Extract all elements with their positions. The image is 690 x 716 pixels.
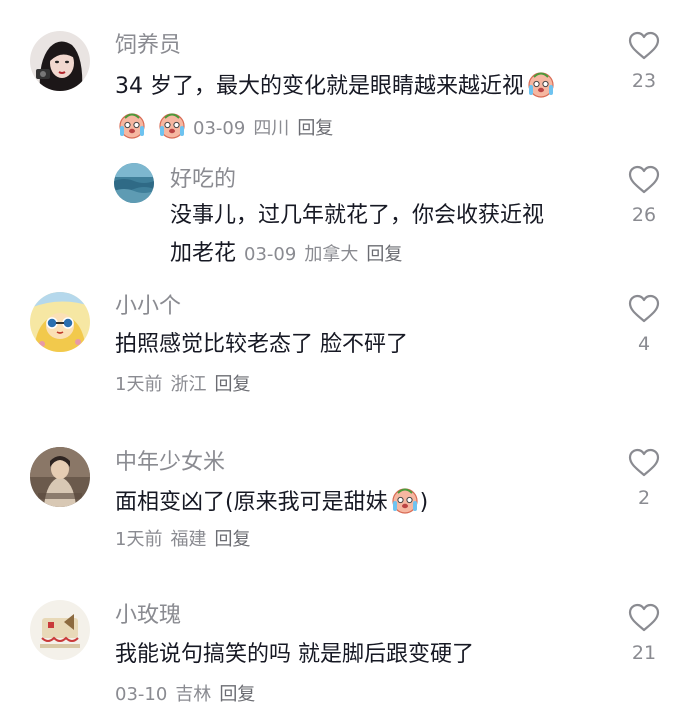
like-count: 23 [631, 70, 657, 92]
like-button[interactable]: 21 [614, 603, 674, 665]
username[interactable]: 好吃的 [170, 166, 236, 194]
comment-text-end: ) [419, 490, 429, 515]
comment-date: 1天前 [115, 374, 163, 395]
crying-face-icon [526, 69, 556, 99]
like-count: 26 [631, 204, 657, 226]
username[interactable]: 小玫瑰 [115, 602, 181, 630]
comment-meta: 加老花 03-09 加拿大 回复 [170, 241, 410, 268]
avatar[interactable] [114, 163, 154, 203]
avatar[interactable] [30, 31, 90, 91]
comment-text-line: 34 岁了，最大的变化就是眼睛越来越近视 [115, 74, 524, 99]
heart-icon [628, 165, 660, 194]
comment-date: 03-10 [115, 684, 168, 705]
comment-text: 34 岁了，最大的变化就是眼睛越来越近视 [115, 69, 556, 102]
crying-face-icon [390, 485, 420, 515]
comment-text-line: 面相变凶了(原来我可是甜妹 [115, 490, 388, 515]
comment-text: 面相变凶了(原来我可是甜妹) [115, 485, 428, 518]
comment-location: 四川 [253, 118, 290, 139]
heart-icon [628, 31, 660, 60]
comment-meta: 1天前 浙江 回复 [115, 372, 258, 398]
like-button[interactable]: 23 [614, 31, 674, 93]
like-button[interactable]: 2 [614, 448, 674, 510]
comment-text-line: 加老花 [170, 241, 237, 266]
username[interactable]: 饲养员 [115, 32, 181, 60]
comment-location: 吉林 [175, 684, 212, 705]
username[interactable]: 小小个 [115, 293, 181, 321]
crying-face-icon [157, 110, 187, 140]
crying-face-icon [117, 110, 147, 140]
avatar[interactable] [30, 447, 90, 507]
username[interactable]: 中年少女米 [115, 449, 225, 477]
comment-date: 03-09 [193, 118, 246, 139]
avatar[interactable] [30, 292, 90, 352]
heart-icon [628, 294, 660, 323]
comment-location: 加拿大 [304, 244, 359, 265]
reply-button[interactable]: 回复 [366, 244, 402, 265]
comment-location: 浙江 [170, 374, 207, 395]
avatar[interactable] [30, 600, 90, 660]
comment-text-line: 我能说句搞笑的吗 就是脚后跟变硬了 [115, 642, 474, 667]
like-button[interactable]: 26 [614, 165, 674, 227]
reply-button[interactable]: 回复 [219, 684, 255, 705]
comment-location: 福建 [170, 529, 207, 550]
like-count: 4 [637, 333, 651, 355]
comment-meta: 03-10 吉林 回复 [115, 682, 263, 708]
reply-button[interactable]: 回复 [214, 529, 250, 550]
comment-text-line: 拍照感觉比较老态了 脸不砰了 [115, 332, 408, 357]
reply-button[interactable]: 回复 [214, 374, 250, 395]
comment-date: 03-09 [244, 244, 297, 265]
heart-icon [628, 448, 660, 477]
reply-button[interactable]: 回复 [297, 118, 333, 139]
like-count: 2 [637, 487, 651, 509]
comment-date: 1天前 [115, 529, 163, 550]
comment-meta: 03-09 四川 回复 [115, 110, 341, 142]
like-button[interactable]: 4 [614, 294, 674, 356]
comment-meta: 1天前 福建 回复 [115, 527, 258, 553]
heart-icon [628, 603, 660, 632]
comment-text-line: 没事儿，过几年就花了，你会收获近视 [170, 203, 545, 228]
like-count: 21 [631, 642, 657, 664]
